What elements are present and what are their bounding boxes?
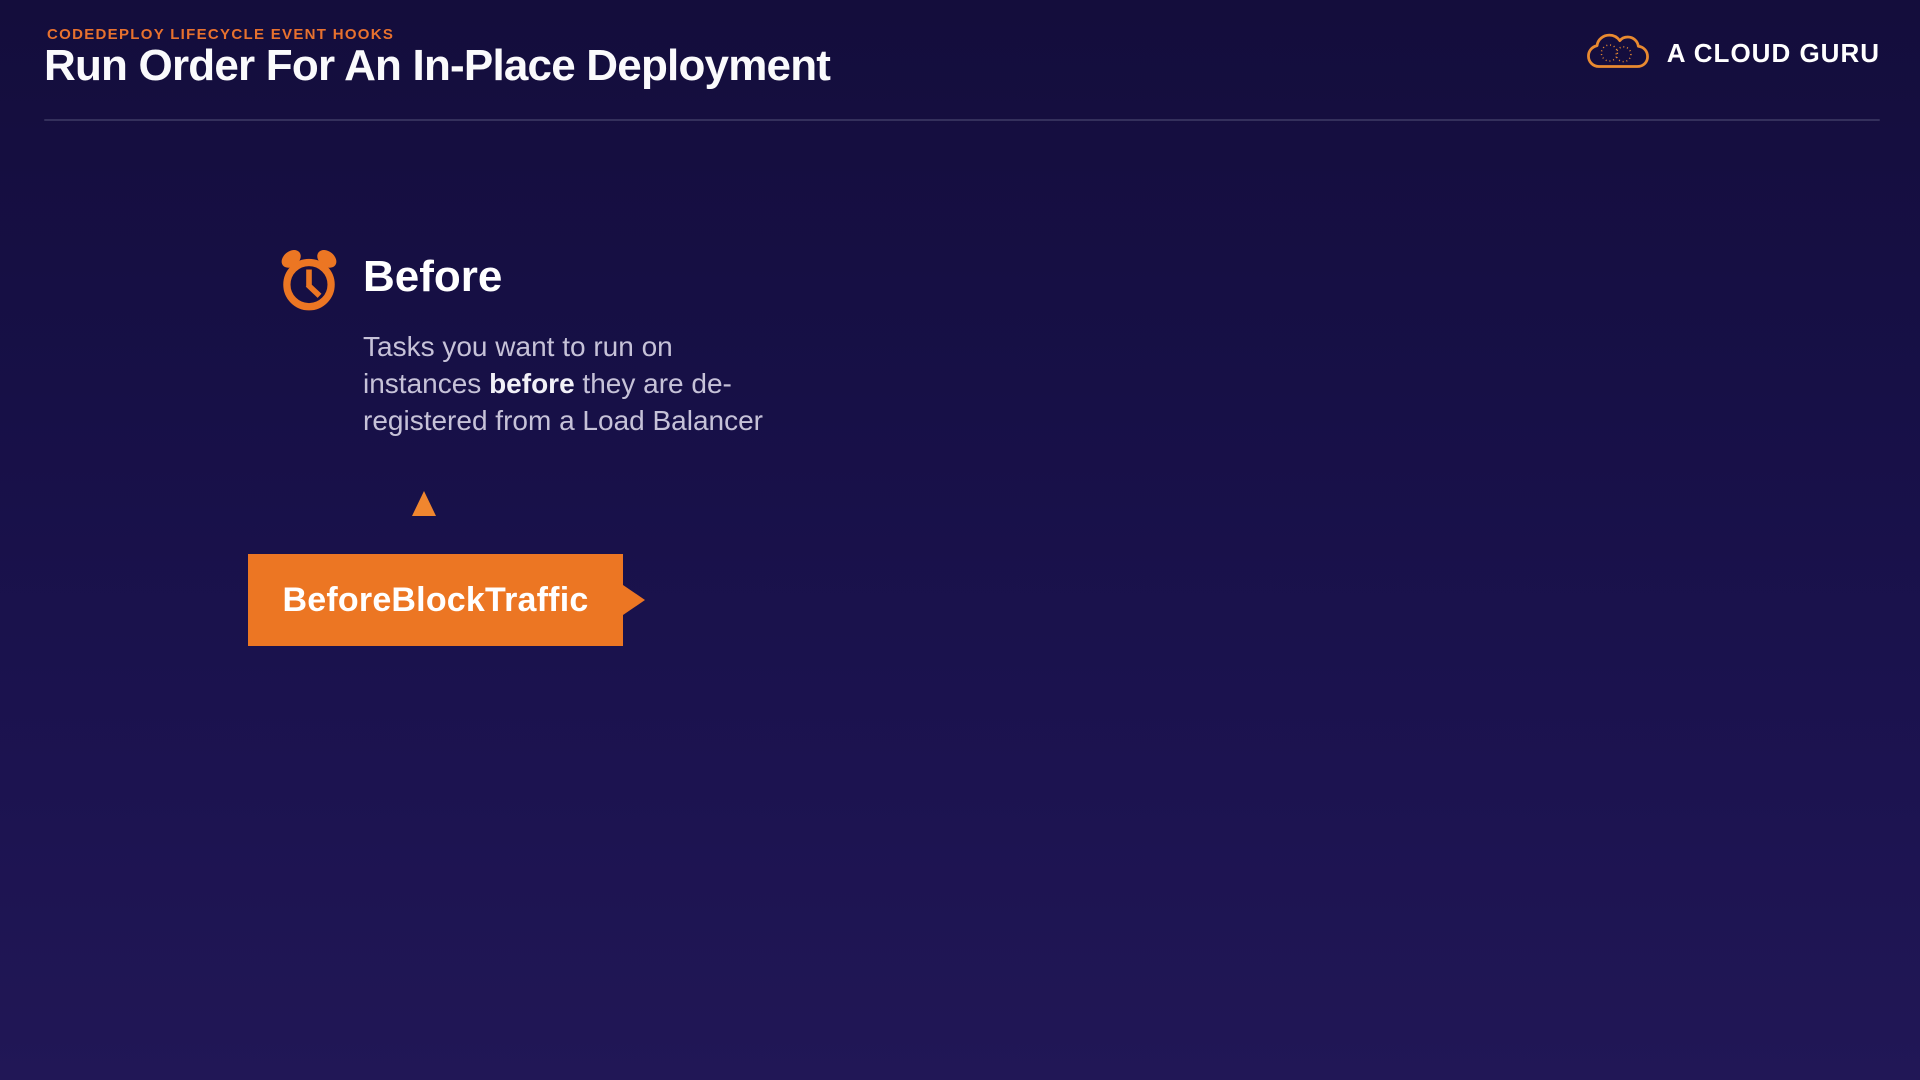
alarm-clock-icon [276, 245, 342, 315]
event-banner-label: BeforeBlockTraffic [283, 581, 589, 620]
event-banner: BeforeBlockTraffic [248, 554, 623, 646]
before-heading: Before [363, 255, 502, 299]
before-description: Tasks you want to run on instances befor… [363, 328, 795, 439]
triangle-up-icon [412, 491, 436, 516]
description-bold-word: before [489, 368, 575, 399]
acg-brand: A CLOUD GURU [1586, 32, 1880, 74]
slide-title: Run Order For An In-Place Deployment [44, 42, 830, 90]
cloud-icon [1586, 32, 1650, 74]
brand-name: A CLOUD GURU [1667, 38, 1880, 69]
slide: CODEDEPLOY LIFECYCLE EVENT HOOKS Run Ord… [0, 0, 1920, 1080]
header-divider [44, 119, 1880, 121]
